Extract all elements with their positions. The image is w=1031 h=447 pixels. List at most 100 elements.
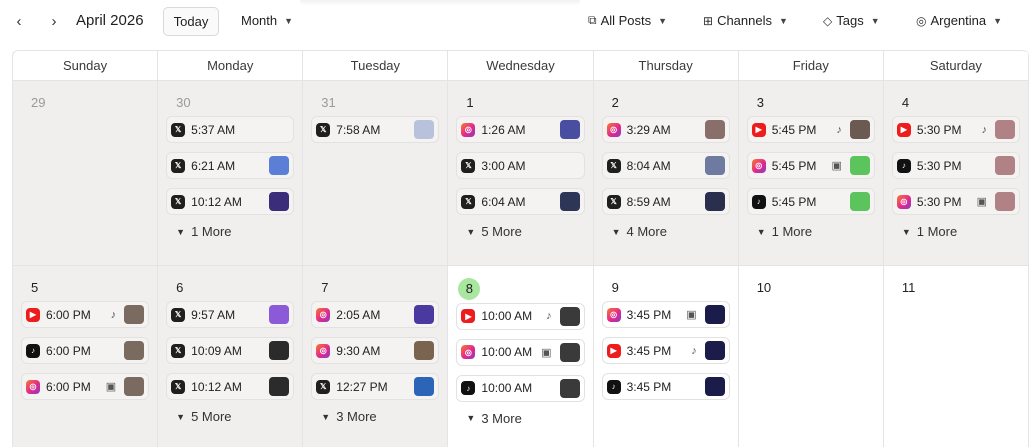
scheduled-post[interactable]: ▶ 6:00 PM ♪ bbox=[21, 301, 150, 328]
view-dropdown[interactable]: Month ▼ bbox=[241, 13, 293, 28]
show-more-button[interactable]: ▼ 1 More bbox=[902, 224, 1020, 239]
scheduled-post[interactable]: ♪ 5:45 PM bbox=[746, 188, 875, 215]
show-more-button[interactable]: ▼ 1 More bbox=[176, 224, 294, 239]
scheduled-post[interactable]: ◎ 3:45 PM ▣ bbox=[601, 301, 730, 328]
tiktok-icon: ♪ bbox=[606, 379, 621, 394]
show-more-button[interactable]: ▼ 1 More bbox=[757, 224, 875, 239]
instagram-icon: ◎ bbox=[316, 343, 331, 358]
day-cell[interactable]: 2 ◎ 3:29 AM 𝕏 8:04 AM 𝕏 8:59 AM ▼ 4 More bbox=[593, 81, 739, 266]
scheduled-post[interactable]: 𝕏 12:27 PM bbox=[311, 373, 440, 400]
post-time: 5:45 PM bbox=[771, 194, 817, 209]
scheduled-post[interactable]: ▶ 5:45 PM ♪ bbox=[746, 116, 875, 143]
reel-icon: ▣ bbox=[976, 196, 987, 208]
scheduled-post[interactable]: ▶ 3:45 PM ♪ bbox=[601, 337, 730, 364]
post-time: 2:05 AM bbox=[336, 307, 381, 322]
date-number: 4 bbox=[901, 95, 910, 110]
post-thumbnail bbox=[124, 305, 145, 324]
post-list: ▶ 10:00 AM ♪ ◎ 10:00 AM ▣ ♪ 10:00 AM bbox=[456, 302, 585, 402]
day-cell[interactable]: 6 𝕏 9:57 AM 𝕏 10:09 AM 𝕏 10:12 AM ▼ 5 More bbox=[158, 266, 304, 447]
scheduled-post[interactable]: 𝕏 10:12 AM bbox=[166, 373, 295, 400]
scheduled-post[interactable]: ◎ 2:05 AM bbox=[311, 301, 440, 328]
post-list: ◎ 3:29 AM 𝕏 8:04 AM 𝕏 8:59 AM bbox=[601, 116, 730, 215]
scheduled-post[interactable]: ♪ 10:00 AM bbox=[456, 374, 585, 402]
scheduled-post[interactable]: 𝕏 5:37 AM bbox=[166, 116, 295, 143]
day-cell[interactable]: 29 bbox=[13, 81, 159, 266]
day-cell[interactable]: 1 ◎ 1:26 AM 𝕏 3:00 AM 𝕏 6:04 AM ▼ 5 More bbox=[448, 81, 594, 266]
scheduled-post[interactable]: 𝕏 8:04 AM bbox=[601, 152, 730, 179]
scheduled-post[interactable]: ▶ 5:30 PM ♪ bbox=[891, 116, 1020, 143]
shorts-icon: ♪ bbox=[546, 310, 552, 322]
scheduled-post[interactable]: ◎ 10:00 AM ▣ bbox=[456, 338, 585, 366]
x-icon: 𝕏 bbox=[316, 122, 331, 137]
today-date-number: 8 bbox=[458, 277, 481, 300]
scheduled-post[interactable]: 𝕏 6:04 AM bbox=[456, 188, 585, 215]
show-more-button[interactable]: ▼ 5 More bbox=[176, 409, 294, 424]
post-time: 3:45 PM bbox=[626, 307, 672, 322]
post-list: ◎ 2:05 AM ◎ 9:30 AM 𝕏 12:27 PM bbox=[311, 301, 440, 400]
scheduled-post[interactable]: ◎ 9:30 AM bbox=[311, 337, 440, 364]
day-cell[interactable]: 9 ◎ 3:45 PM ▣ ▶ 3:45 PM ♪ ♪ 3:45 PM bbox=[594, 266, 739, 447]
scheduled-post[interactable]: 𝕏 3:00 AM bbox=[456, 152, 585, 179]
day-cell[interactable]: 11 bbox=[884, 266, 1029, 447]
posts-filter-dropdown[interactable]: ⧉ All Posts ▼ bbox=[588, 13, 667, 28]
day-cell[interactable]: 31 𝕏 7:58 AM bbox=[303, 81, 449, 266]
post-time: 6:00 PM bbox=[46, 343, 91, 358]
post-time: 5:37 AM bbox=[191, 122, 236, 137]
popover-shadow bbox=[300, 0, 580, 6]
scheduled-post[interactable]: ◎ 1:26 AM bbox=[456, 116, 585, 143]
scheduled-post[interactable]: 𝕏 8:59 AM bbox=[601, 188, 730, 215]
post-thumbnail bbox=[994, 156, 1015, 175]
post-thumbnail bbox=[559, 342, 580, 362]
scheduled-post[interactable]: 𝕏 9:57 AM bbox=[166, 301, 295, 328]
scheduled-post[interactable]: 𝕏 7:58 AM bbox=[311, 116, 440, 143]
day-cell[interactable]: 8 ▶ 10:00 AM ♪ ◎ 10:00 AM ▣ ♪ 10:00 AM ▼ 3 More bbox=[448, 266, 594, 447]
scheduled-post[interactable]: ◎ 6:00 PM ▣ bbox=[21, 373, 150, 400]
post-list: 𝕏 7:58 AM bbox=[311, 116, 440, 143]
post-time: 3:45 PM bbox=[626, 343, 672, 358]
post-thumbnail bbox=[269, 377, 290, 396]
day-cell[interactable]: 3 ▶ 5:45 PM ♪ ◎ 5:45 PM ▣ ♪ 5:45 PM ▼ 1 More bbox=[738, 81, 884, 266]
reel-icon: ▣ bbox=[541, 346, 552, 359]
posts-filter-label: All Posts bbox=[600, 13, 652, 28]
scheduled-post[interactable]: ◎ 3:29 AM bbox=[601, 116, 730, 143]
copy-icon: ⧉ bbox=[588, 13, 597, 27]
today-button[interactable]: Today bbox=[163, 7, 219, 36]
post-thumbnail bbox=[559, 378, 580, 398]
day-cell[interactable]: 10 bbox=[739, 266, 884, 447]
post-time: 12:27 PM bbox=[336, 379, 388, 394]
post-thumbnail bbox=[559, 192, 580, 211]
instagram-icon: ◎ bbox=[461, 122, 476, 137]
region-dropdown[interactable]: ◎ Argentina ▼ bbox=[916, 13, 1002, 28]
chevron-right-icon[interactable]: › bbox=[45, 12, 63, 32]
post-thumbnail bbox=[414, 305, 435, 324]
tags-dropdown[interactable]: ◇ Tags ▼ bbox=[823, 13, 880, 28]
show-more-label: 1 More bbox=[771, 224, 813, 239]
post-thumbnail bbox=[414, 341, 435, 360]
shorts-icon: ♪ bbox=[110, 308, 117, 321]
day-cell[interactable]: 4 ▶ 5:30 PM ♪ ♪ 5:30 PM ◎ 5:30 PM ▣ ▼ 1 More bbox=[883, 81, 1029, 266]
x-icon: 𝕏 bbox=[171, 379, 186, 394]
chevron-left-icon[interactable]: ‹ bbox=[10, 12, 28, 32]
show-more-button[interactable]: ▼ 4 More bbox=[612, 224, 730, 239]
post-thumbnail bbox=[269, 341, 290, 360]
shorts-icon: ♪ bbox=[836, 123, 842, 136]
show-more-button[interactable]: ▼ 3 More bbox=[321, 409, 439, 424]
scheduled-post[interactable]: ◎ 5:45 PM ▣ bbox=[746, 152, 875, 179]
day-cell[interactable]: 5 ▶ 6:00 PM ♪ ♪ 6:00 PM ◎ 6:00 PM ▣ bbox=[13, 266, 159, 447]
scheduled-post[interactable]: 𝕏 6:21 AM bbox=[166, 152, 295, 179]
scheduled-post[interactable]: ♪ 5:30 PM bbox=[891, 152, 1020, 179]
show-more-label: 5 More bbox=[191, 409, 232, 424]
scheduled-post[interactable]: ◎ 5:30 PM ▣ bbox=[891, 188, 1020, 215]
scheduled-post[interactable]: ♪ 3:45 PM bbox=[601, 373, 730, 400]
show-more-button[interactable]: ▼ 3 More bbox=[466, 411, 584, 426]
day-cell[interactable]: 7 ◎ 2:05 AM ◎ 9:30 AM 𝕏 12:27 PM ▼ 3 More bbox=[303, 266, 449, 447]
date-number: 2 bbox=[611, 95, 619, 110]
scheduled-post[interactable]: ♪ 6:00 PM bbox=[21, 337, 150, 364]
day-cell[interactable]: 30 𝕏 5:37 AM 𝕏 6:21 AM 𝕏 10:12 AM ▼ 1 More bbox=[158, 81, 304, 266]
scheduled-post[interactable]: 𝕏 10:09 AM bbox=[166, 337, 295, 364]
scheduled-post[interactable]: 𝕏 10:12 AM bbox=[166, 188, 295, 215]
chevron-down-icon: ▼ bbox=[284, 15, 294, 26]
scheduled-post[interactable]: ▶ 10:00 AM ♪ bbox=[456, 302, 585, 330]
show-more-button[interactable]: ▼ 5 More bbox=[466, 224, 584, 239]
channels-dropdown[interactable]: ⊞ Channels ▼ bbox=[703, 13, 788, 28]
